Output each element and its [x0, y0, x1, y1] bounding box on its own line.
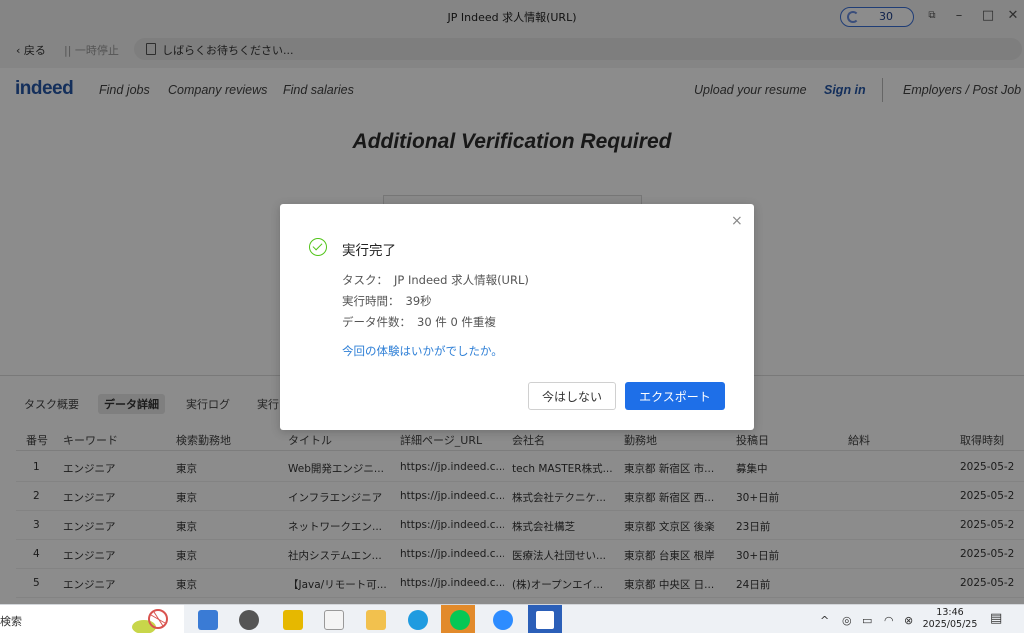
network-icon[interactable]: ◎ — [842, 614, 852, 627]
time-value: 39秒 — [405, 294, 432, 308]
dialog-close-button[interactable]: × — [731, 213, 743, 229]
battery-icon[interactable]: ▭ — [862, 614, 872, 627]
count-info: データ件数： 30 件 0 件重複 — [342, 314, 496, 330]
app-icon-notepad[interactable] — [324, 610, 344, 630]
chevron-up-icon[interactable]: ^ — [820, 614, 829, 627]
check-circle-icon — [309, 238, 327, 256]
count-label: データ件数： — [342, 315, 411, 329]
zoom-icon[interactable] — [493, 610, 513, 630]
feedback-link[interactable]: 今回の体験はいかがでしたか。 — [342, 343, 503, 359]
taskbar: 検索 ^ ◎ ▭ ◠ ⊗ 13:46 2025/05/25 ▤ — [0, 604, 1024, 633]
tennis-ball-icon — [132, 609, 168, 633]
octoparse-icon[interactable] — [535, 610, 555, 630]
count-value: 30 件 0 件重複 — [417, 315, 496, 329]
wifi-icon[interactable]: ◠ — [884, 614, 894, 627]
folder-icon[interactable] — [366, 610, 386, 630]
time-info: 実行時間： 39秒 — [342, 293, 432, 309]
task-info: タスク： JP Indeed 求人情報(URL) — [342, 272, 529, 288]
app-icon-game[interactable] — [283, 610, 303, 630]
search-text: 検索 — [0, 615, 22, 628]
export-button[interactable]: エクスポート — [625, 382, 725, 410]
line-icon[interactable] — [450, 610, 470, 630]
notification-icon[interactable]: ▤ — [990, 611, 1002, 626]
task-value: JP Indeed 求人情報(URL) — [394, 273, 529, 287]
clock-time: 13:46 — [936, 607, 964, 618]
not-now-button[interactable]: 今はしない — [528, 382, 616, 410]
edge-icon[interactable] — [408, 610, 428, 630]
system-clock[interactable]: 13:46 2025/05/25 — [922, 607, 978, 631]
completion-dialog: × 実行完了 タスク： JP Indeed 求人情報(URL) 実行時間： 39秒 … — [280, 204, 754, 430]
app-icon-terminal[interactable] — [198, 610, 218, 630]
clock-date: 2025/05/25 — [922, 619, 978, 630]
mute-icon[interactable]: ⊗ — [904, 614, 913, 627]
task-label: タスク： — [342, 273, 388, 287]
time-label: 実行時間： — [342, 294, 400, 308]
taskbar-search[interactable]: 検索 — [0, 605, 184, 633]
dialog-title: 実行完了 — [342, 243, 396, 259]
app-icon-clock[interactable] — [239, 610, 259, 630]
